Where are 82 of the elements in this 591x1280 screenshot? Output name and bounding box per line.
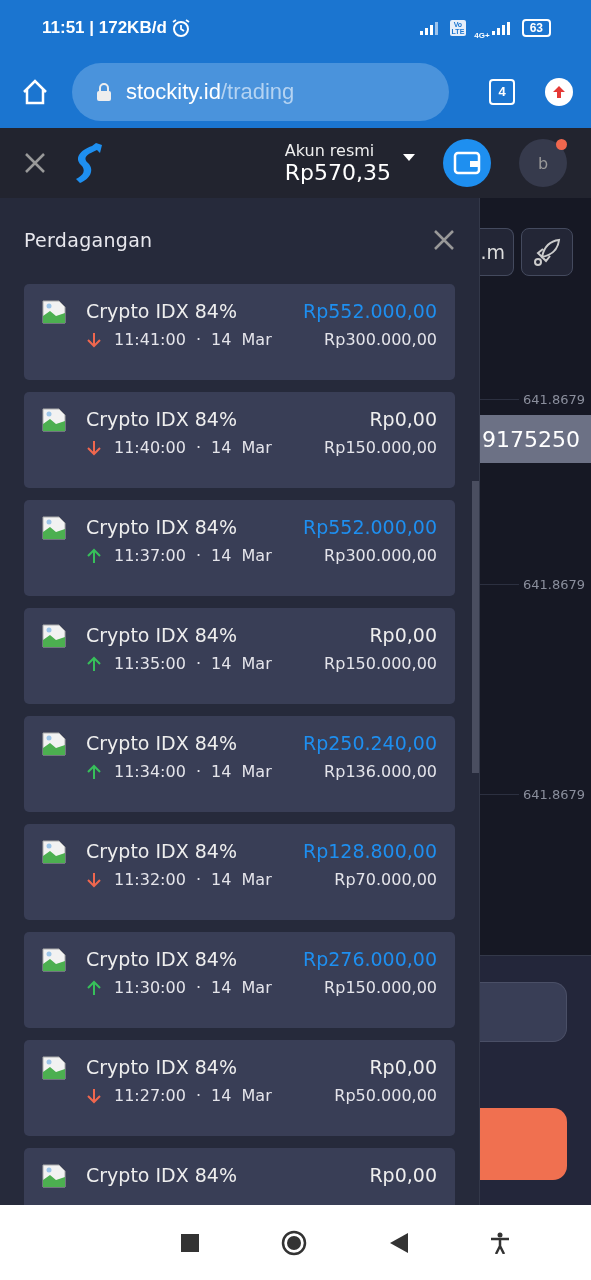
trade-time: 11:30:00 · 14 Mar [114,978,272,997]
alarm-icon [170,17,191,38]
broken-image-icon [42,840,66,864]
stop-icon[interactable] [181,1233,200,1252]
payout: Rp0,00 [369,1056,437,1078]
trade-card[interactable]: Crypto IDX 84% Rp128.800,00 11:32:00 · 14 Mar Rp70.000,00 [24,824,455,920]
trade-card[interactable]: Crypto IDX 84% Rp276.000,00 11:30:00 · 14 Mar Rp150.000,00 [24,932,455,1028]
trade-amount: Rp50.000,00 [334,1086,437,1105]
network-type: 4G+ [474,30,490,40]
price-label: 641.8679 [522,787,585,802]
broken-image-icon [42,948,66,972]
rocket-button[interactable] [521,228,573,276]
back-icon[interactable] [389,1232,408,1253]
rocket-icon [532,237,562,267]
broken-image-icon [42,732,66,756]
asset-name: Crypto IDX 84% [86,840,238,862]
asset-name: Crypto IDX 84% [86,624,238,646]
trade-amount: Rp70.000,00 [334,870,437,889]
asset-name: Crypto IDX 84% [86,1056,238,1078]
home-icon[interactable] [281,1229,308,1256]
panel-title: Perdagangan [24,229,153,251]
trade-time: 11:41:00 · 14 Mar [114,330,272,349]
trade-time: 11:37:00 · 14 Mar [114,546,272,565]
accessibility-icon[interactable] [489,1231,510,1254]
wallet-icon [453,151,481,175]
price-label: 641.8679 [522,577,585,592]
payout: Rp276.000,00 [302,948,437,970]
payout: Rp128.800,00 [302,840,437,862]
current-price: 9175250 [480,415,591,463]
input-field[interactable] [480,982,567,1042]
trade-card[interactable]: Crypto IDX 84% Rp552.000,00 11:41:00 · 14 Mar Rp300.000,00 [24,284,455,380]
close-icon[interactable] [433,229,455,251]
payout: Rp552.000,00 [302,516,437,538]
trade-amount: Rp150.000,00 [324,654,437,673]
payout: Rp0,00 [369,624,437,646]
trade-card[interactable]: Crypto IDX 84% Rp250.240,00 11:34:00 · 14 Mar Rp136.000,00 [24,716,455,812]
trade-amount: Rp150.000,00 [324,978,437,997]
trade-card[interactable]: Crypto IDX 84% Rp0,00 [24,1148,455,1205]
scrollbar[interactable] [472,481,479,773]
trade-card[interactable]: Crypto IDX 84% Rp0,00 11:27:00 · 14 Mar Rp50.000,00 [24,1040,455,1136]
close-icon[interactable] [24,152,46,174]
chart-tool-button[interactable]: .m [480,228,514,276]
trade-amount: Rp150.000,00 [324,438,437,457]
broken-image-icon [42,516,66,540]
dropdown-icon[interactable] [403,154,415,162]
asset-name: Crypto IDX 84% [86,1164,238,1186]
lock-icon [96,81,112,102]
trade-time: 11:32:00 · 14 Mar [114,870,272,889]
broken-image-icon [42,300,66,324]
trade-time: 11:40:00 · 14 Mar [114,438,272,457]
logo-icon [74,141,104,185]
broken-image-icon [42,1056,66,1080]
payout: Rp250.240,00 [302,732,437,754]
asset-name: Crypto IDX 84% [86,948,238,970]
asset-name: Crypto IDX 84% [86,408,238,430]
trade-card[interactable]: Crypto IDX 84% Rp0,00 11:35:00 · 14 Mar Rp150.000,00 [24,608,455,704]
payout: Rp552.000,00 [302,300,437,322]
asset-name: Crypto IDX 84% [86,300,238,322]
trade-amount: Rp136.000,00 [324,762,437,781]
trade-amount: Rp300.000,00 [324,546,437,565]
tab-count[interactable]: 4 [489,78,515,105]
trade-time: 11:35:00 · 14 Mar [114,654,272,673]
account-balance[interactable]: Akun resmi Rp570,35 [284,141,391,185]
status-time: 11:51 | 172KB/d [42,17,167,38]
payout: Rp0,00 [369,408,437,430]
trade-card[interactable]: Crypto IDX 84% Rp552.000,00 11:37:00 · 14 Mar Rp300.000,00 [24,500,455,596]
update-icon[interactable] [545,77,573,106]
trade-amount: Rp300.000,00 [324,330,437,349]
broken-image-icon [42,408,66,432]
asset-name: Crypto IDX 84% [86,516,238,538]
price-label: 641.8679 [522,392,585,407]
broken-image-icon [42,624,66,648]
trade-time: 11:27:00 · 14 Mar [114,1086,272,1105]
broken-image-icon [42,1164,66,1188]
avatar[interactable]: b [519,139,567,187]
trade-card[interactable]: Crypto IDX 84% Rp0,00 11:40:00 · 14 Mar Rp150.000,00 [24,392,455,488]
trade-time: 11:34:00 · 14 Mar [114,762,272,781]
payout: Rp0,00 [369,1164,437,1186]
url-text: stockity.id/trading [126,78,295,105]
wallet-button[interactable] [443,139,491,187]
battery-level: 63 [521,18,551,37]
asset-name: Crypto IDX 84% [86,732,238,754]
